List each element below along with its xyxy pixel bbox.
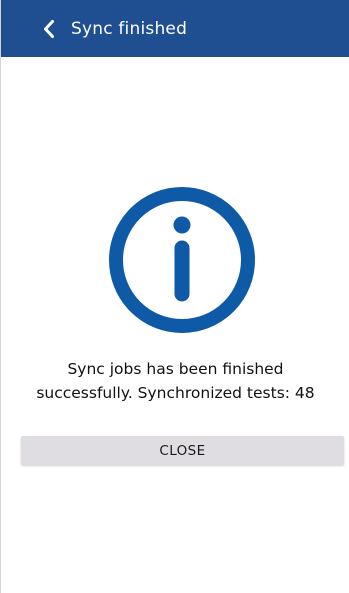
app-bar: Sync finished	[1, 0, 349, 57]
close-button[interactable]: CLOSE	[21, 436, 344, 465]
page-title: Sync finished	[71, 18, 188, 39]
message-line-2: successfully. Synchronized tests: 48	[36, 384, 315, 402]
back-button[interactable]	[29, 0, 69, 57]
sync-result-message: Sync jobs has been finished successfully…	[1, 357, 349, 405]
message-line-1: Sync jobs has been finished	[67, 360, 284, 378]
info-icon	[108, 186, 256, 334]
sync-finished-screen: Sync finished Sync jobs has been finishe…	[0, 0, 349, 593]
chevron-left-icon	[42, 19, 56, 39]
